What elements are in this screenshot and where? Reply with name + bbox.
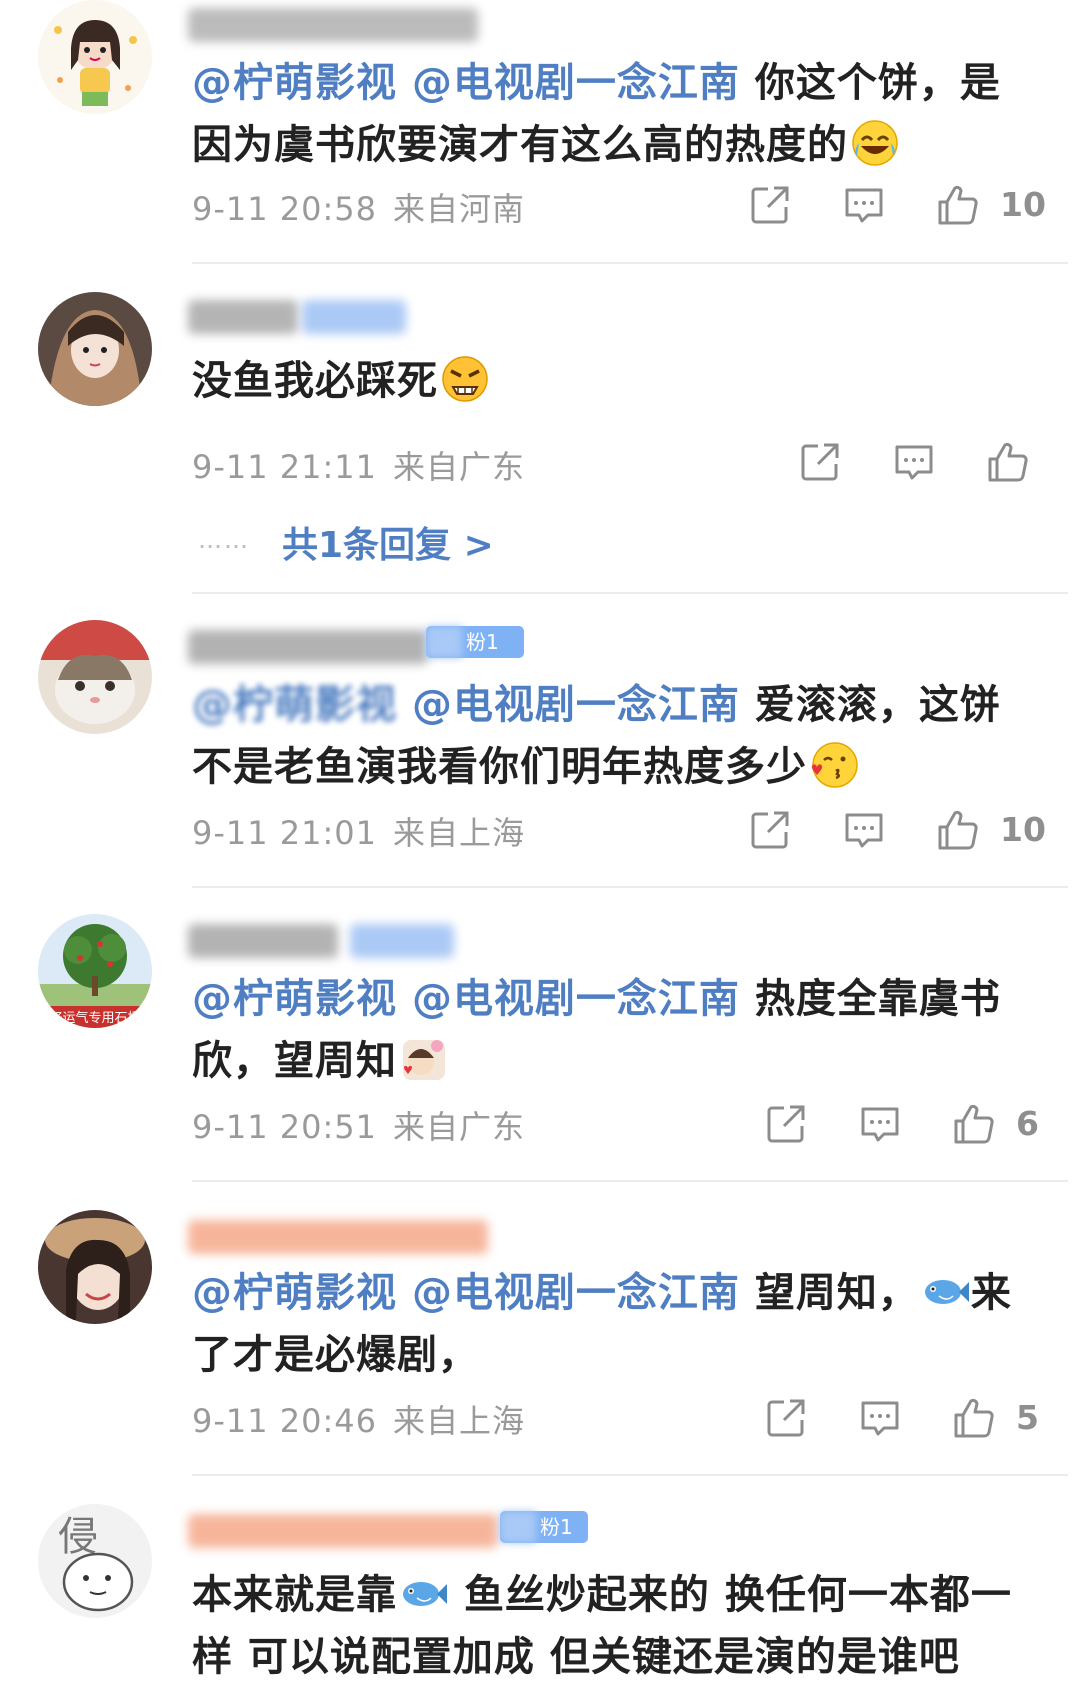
comment-text: @柠萌影视 @电视剧一念江南 爱滚滚，这饼 不是老鱼演我看你们明年热度多少 bbox=[192, 682, 1001, 790]
mention-link[interactable]: @电视剧一念江南 bbox=[412, 1270, 740, 1316]
share-button[interactable] bbox=[748, 183, 792, 231]
comment-text: 没鱼我必踩死 bbox=[192, 350, 1012, 412]
like-button[interactable] bbox=[936, 183, 980, 231]
divider bbox=[192, 262, 1068, 264]
member-badge-blurred bbox=[302, 300, 406, 334]
share-button[interactable] bbox=[764, 1102, 808, 1150]
mention-link[interactable]: @电视剧一念江南 bbox=[412, 976, 740, 1022]
like-icon bbox=[952, 1396, 996, 1440]
divider bbox=[192, 886, 1068, 888]
share-icon bbox=[798, 440, 842, 484]
mention-link[interactable]: @电视剧一念江南 bbox=[412, 682, 740, 728]
comment-icon bbox=[858, 1102, 902, 1146]
share-icon bbox=[764, 1396, 808, 1440]
avatar[interactable] bbox=[38, 1210, 152, 1324]
kiss-emoji bbox=[809, 740, 859, 790]
laughing-tears-emoji bbox=[850, 118, 900, 168]
like-button[interactable] bbox=[952, 1396, 996, 1444]
like-count: 5 bbox=[1016, 1398, 1039, 1437]
sticker-emoji bbox=[399, 1034, 449, 1084]
view-replies-link[interactable]: 共1条回复 > bbox=[282, 516, 494, 568]
comment-text: @柠萌影视 @电视剧一念江南 热度全靠虞书 欣，望周知 bbox=[192, 976, 1001, 1084]
like-icon bbox=[986, 440, 1030, 484]
comment-text: @柠萌影视 @电视剧一念江南 望周知，来 了才是必爆剧， bbox=[192, 1262, 1012, 1386]
username-blurred[interactable] bbox=[188, 1514, 498, 1548]
username-blurred[interactable] bbox=[188, 924, 338, 958]
reply-button[interactable] bbox=[892, 440, 936, 488]
comment-icon bbox=[858, 1396, 902, 1440]
like-count: 10 bbox=[1000, 185, 1046, 224]
share-icon bbox=[748, 183, 792, 227]
reply-button[interactable] bbox=[858, 1102, 902, 1150]
reply-button[interactable] bbox=[842, 183, 886, 231]
like-button[interactable] bbox=[952, 1102, 996, 1150]
like-button[interactable] bbox=[936, 808, 980, 856]
fish-emoji bbox=[921, 1266, 971, 1316]
mention-link[interactable]: @柠萌影视 bbox=[192, 60, 397, 106]
share-button[interactable] bbox=[764, 1396, 808, 1444]
comment-icon bbox=[842, 183, 886, 227]
mention-link[interactable]: @柠萌影视 bbox=[192, 1270, 397, 1316]
mention-link[interactable]: @柠萌影视 bbox=[192, 976, 397, 1022]
svg-text:侵: 侵 bbox=[58, 1514, 98, 1560]
share-button[interactable] bbox=[798, 440, 842, 488]
fan-badge: 粉1 bbox=[500, 1511, 588, 1543]
username-blurred[interactable] bbox=[188, 630, 428, 664]
fish-emoji bbox=[399, 1568, 449, 1618]
like-button[interactable] bbox=[986, 440, 1030, 488]
divider bbox=[192, 1474, 1068, 1476]
share-icon bbox=[764, 1102, 808, 1146]
angry-emoji bbox=[440, 354, 490, 404]
avatar[interactable] bbox=[38, 620, 152, 734]
username-blurred[interactable] bbox=[188, 300, 298, 334]
divider bbox=[192, 592, 1068, 594]
svg-text:好运气专用石榴: 好运气专用石榴 bbox=[49, 1010, 140, 1026]
mention-link[interactable]: @电视剧一念江南 bbox=[412, 60, 740, 106]
member-badge-blurred bbox=[350, 924, 454, 958]
like-icon bbox=[952, 1102, 996, 1146]
reply-dots: …… bbox=[198, 526, 250, 554]
avatar[interactable] bbox=[38, 292, 152, 406]
divider bbox=[192, 1180, 1068, 1182]
reply-button[interactable] bbox=[842, 808, 886, 856]
avatar[interactable] bbox=[38, 0, 152, 114]
share-button[interactable] bbox=[748, 808, 792, 856]
like-icon bbox=[936, 808, 980, 852]
comment-icon bbox=[842, 808, 886, 852]
mention-link[interactable]: @柠萌影视 bbox=[192, 682, 397, 728]
reply-button[interactable] bbox=[858, 1396, 902, 1444]
fan-badge: 粉1 bbox=[426, 626, 524, 658]
like-count: 10 bbox=[1000, 810, 1046, 849]
comment-text: @柠萌影视 @电视剧一念江南 你这个饼，是 因为虞书欣要演才有这么高的热度的 bbox=[192, 60, 1001, 168]
avatar[interactable]: 好运气专用石榴 bbox=[38, 914, 152, 1028]
username-blurred[interactable] bbox=[188, 8, 478, 42]
avatar[interactable]: 侵 bbox=[38, 1504, 152, 1618]
like-count: 6 bbox=[1016, 1104, 1039, 1143]
share-icon bbox=[748, 808, 792, 852]
username-blurred[interactable] bbox=[188, 1220, 488, 1254]
comment-text: 本来就是靠 鱼丝炒起来的 换任何一本都一 样 可以说配置加成 但关键还是演的是谁… bbox=[192, 1564, 1022, 1688]
comment-icon bbox=[892, 440, 936, 484]
like-icon bbox=[936, 183, 980, 227]
